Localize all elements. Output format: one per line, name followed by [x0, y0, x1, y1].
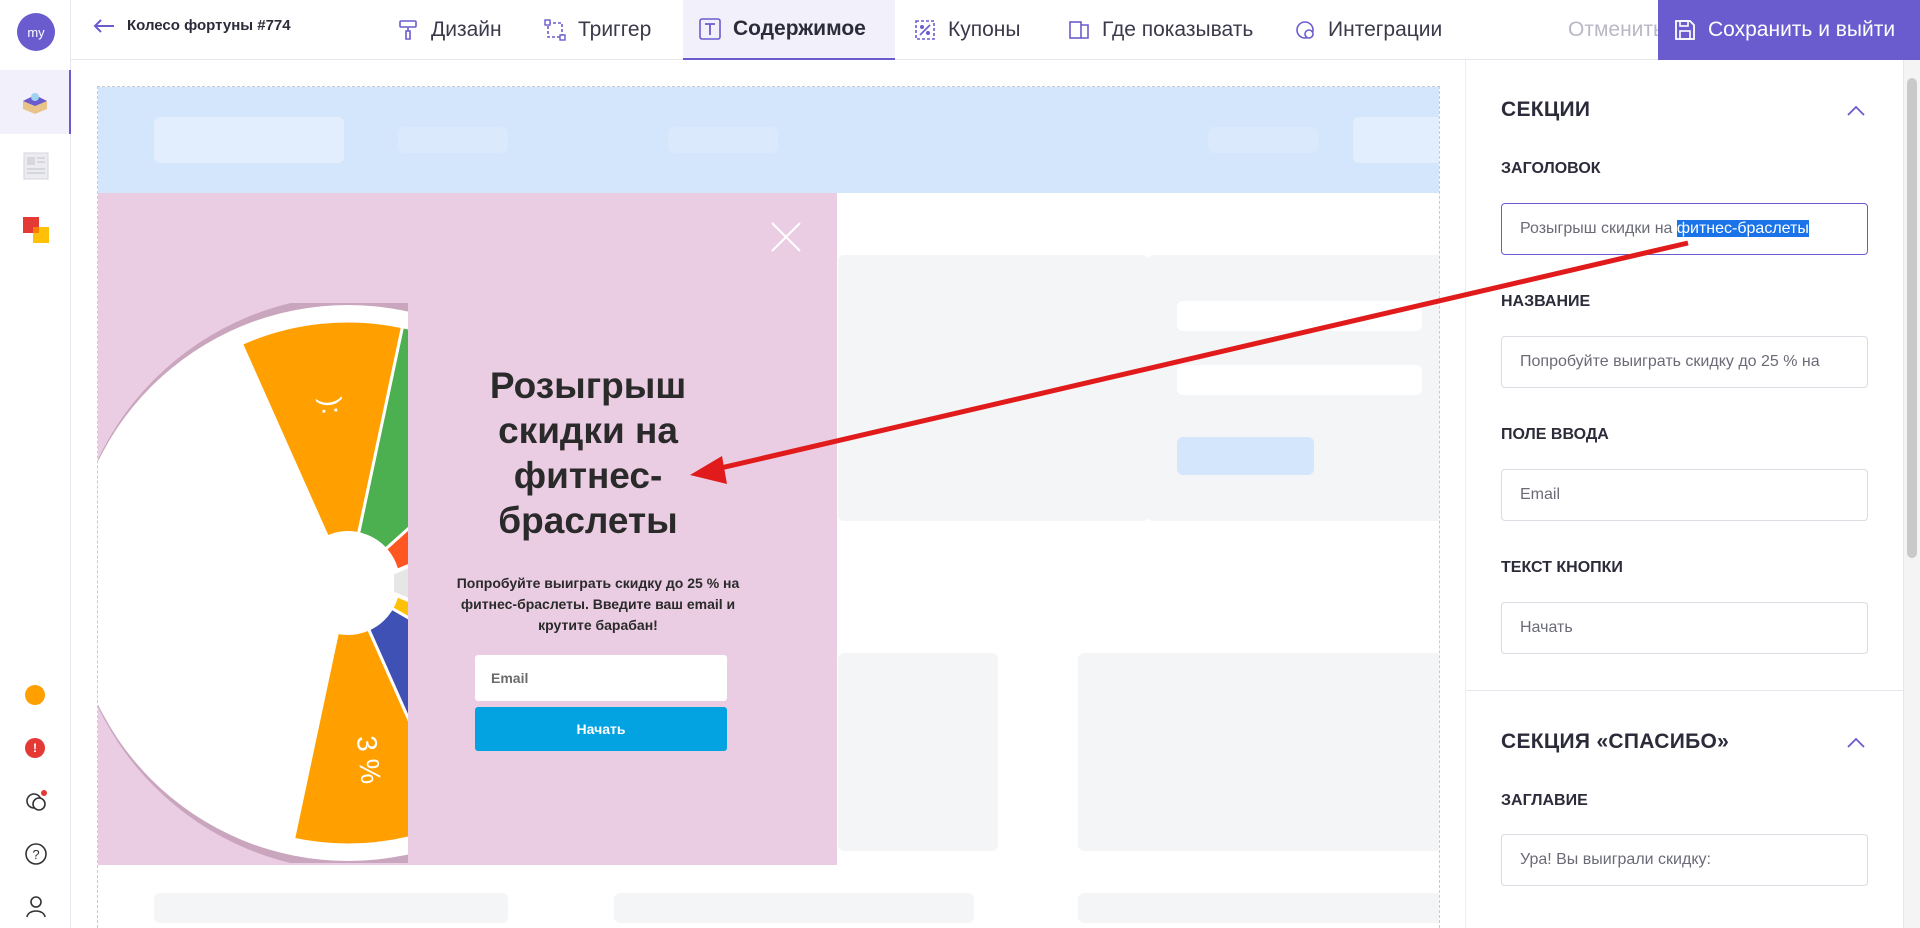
tab-label: Купоны — [948, 18, 1021, 41]
save-icon — [1675, 20, 1695, 40]
placeholder-block — [154, 117, 344, 163]
thanks-title-label: ЗАГЛАВИЕ — [1501, 792, 1588, 809]
fortune-wheel: 3 %5 %25 %:(3 %:( — [98, 303, 408, 863]
placeholder-card — [1078, 653, 1439, 851]
arrow-left-icon — [93, 18, 114, 33]
placeholder-card — [838, 255, 1148, 521]
layout-icon — [23, 152, 48, 180]
popup-start-button[interactable]: Начать — [475, 707, 727, 751]
settings-panel: СЕКЦИИ ЗАГОЛОВОК Розыгрыш скидки на фитн… — [1465, 60, 1904, 928]
avatar[interactable]: my — [17, 13, 55, 51]
heading-selected-text: фитнес-браслеты — [1676, 220, 1809, 237]
button-text-input[interactable]: Начать — [1501, 602, 1868, 654]
name-input[interactable]: Попробуйте выиграть скидку до 25 % на — [1501, 336, 1868, 388]
coupon-icon — [915, 20, 935, 40]
input-field-label: ПОЛЕ ВВОДА — [1501, 426, 1609, 443]
placeholder-block — [1078, 893, 1439, 923]
chevron-up-icon[interactable] — [1847, 738, 1865, 748]
cancel-button[interactable]: Отменить — [1568, 0, 1664, 60]
placeholder-block — [668, 127, 778, 153]
left-rail: my ! ? — [0, 0, 71, 928]
wheel-hub — [296, 531, 400, 635]
wheel-segment-label: 3 % — [351, 734, 387, 785]
popup-email-input[interactable]: Email — [475, 655, 727, 701]
campaign-title: Колесо фортуны #774 — [127, 17, 291, 34]
tab-design[interactable]: Дизайн — [381, 0, 518, 60]
brush-icon — [399, 20, 417, 40]
placeholder-block — [1353, 117, 1439, 163]
integrations-icon — [1296, 21, 1314, 39]
scrollbar-thumb[interactable] — [1907, 78, 1917, 558]
chat-icon[interactable] — [24, 789, 48, 813]
tab-label: Содержимое — [733, 17, 866, 40]
tab-where-to-show[interactable]: Где показывать — [1052, 0, 1269, 60]
site-preview-frame: 3 %5 %25 %:(3 %:( Розыгрыш скидки на фит… — [97, 86, 1440, 928]
scrollbar[interactable] — [1903, 60, 1920, 928]
user-icon[interactable] — [24, 894, 48, 918]
top-bar: Колесо фортуны #774 Дизайн Триггер Содер… — [71, 0, 1920, 60]
placeholder-card — [1147, 255, 1439, 521]
placeholder-block — [614, 893, 974, 923]
tab-label: Где показывать — [1102, 18, 1254, 41]
placeholder-block — [154, 893, 508, 923]
close-icon[interactable] — [770, 221, 802, 253]
placeholder-block — [1208, 127, 1318, 153]
site-header-placeholder — [98, 87, 1439, 193]
tab-label: Интеграции — [1328, 18, 1443, 41]
preview-canvas: 3 %5 %25 %:(3 %:( Розыгрыш скидки на фит… — [71, 60, 1465, 928]
tab-label: Триггер — [578, 18, 652, 41]
save-and-exit-button[interactable]: Сохранить и выйти — [1658, 0, 1920, 60]
tab-content[interactable]: Содержимое — [683, 0, 895, 60]
section-title-sections: СЕКЦИИ — [1501, 98, 1591, 121]
heading-input[interactable]: Розыгрыш скидки на фитнес-браслеты — [1501, 203, 1868, 255]
tab-coupons[interactable]: Купоны — [898, 0, 1036, 60]
rail-item-layout[interactable] — [0, 134, 71, 198]
tab-label: Дизайн — [431, 18, 502, 41]
back-link[interactable]: Колесо фортуны #774 — [93, 17, 291, 34]
wheel-popup: 3 %5 %25 %:(3 %:( Розыгрыш скидки на фит… — [98, 193, 837, 865]
text-icon — [699, 18, 721, 40]
trigger-icon — [544, 19, 566, 41]
blocks-icon — [22, 217, 49, 243]
section-title-thanks: СЕКЦИЯ «СПАСИБО» — [1501, 730, 1730, 753]
placeholder-block — [398, 127, 508, 153]
heading-text: Розыгрыш скидки на — [1520, 220, 1677, 237]
save-label: Сохранить и выйти — [1708, 18, 1896, 41]
thanks-title-input[interactable]: Ура! Вы выиграли скидку: — [1501, 834, 1868, 886]
placeholder-card — [838, 653, 998, 851]
chevron-up-icon[interactable] — [1847, 106, 1865, 116]
status-dot-icon[interactable] — [25, 685, 45, 705]
svg-text:?: ? — [32, 847, 39, 862]
help-icon[interactable]: ? — [24, 842, 48, 866]
heading-label: ЗАГОЛОВОК — [1501, 160, 1601, 177]
email-field-input[interactable]: Email — [1501, 469, 1868, 521]
wheel-icon — [22, 93, 47, 114]
tab-integrations[interactable]: Интеграции — [1278, 0, 1458, 60]
name-label: НАЗВАНИЕ — [1501, 293, 1591, 310]
button-text-label: ТЕКСТ КНОПКИ — [1501, 559, 1623, 576]
pages-icon — [1069, 21, 1089, 39]
rail-item-wheel[interactable] — [0, 70, 71, 134]
popup-title: Розыгрыш скидки на фитнес-браслеты — [489, 365, 687, 541]
popup-description: Попробуйте выиграть скидку до 25 % на фи… — [456, 575, 740, 633]
divider — [1466, 690, 1904, 691]
alert-icon[interactable]: ! — [25, 738, 45, 758]
tab-trigger[interactable]: Триггер — [528, 0, 667, 60]
rail-item-blocks[interactable] — [0, 198, 71, 262]
